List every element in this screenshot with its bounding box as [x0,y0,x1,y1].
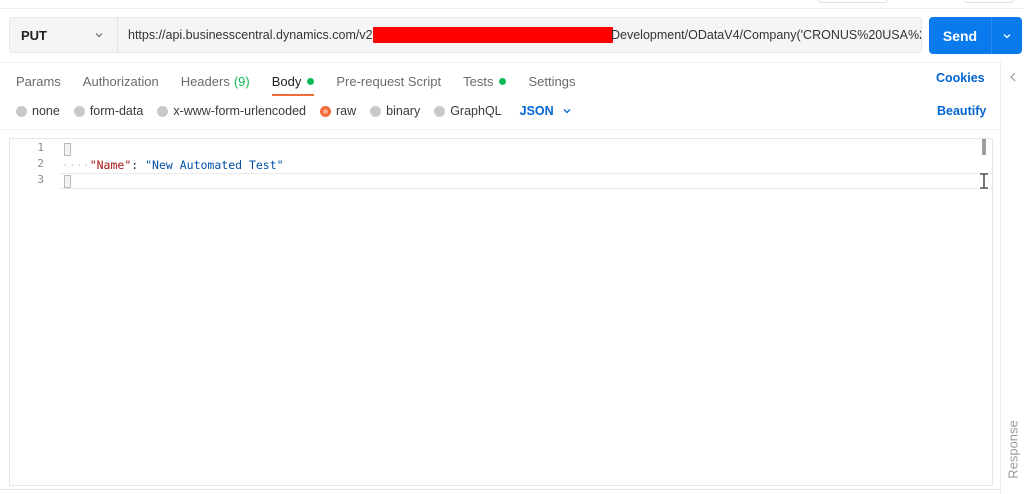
tab-settings[interactable]: Settings [528,74,575,89]
line-number: 3 [37,173,44,186]
tab-label: Settings [528,73,576,89]
chevron-down-icon [563,109,571,114]
close-brace-glyph-icon [64,174,71,188]
active-line-highlight [60,173,993,189]
radio-label: raw [336,104,357,118]
radio-circle [370,105,382,117]
indent-guide: ···· [62,158,90,172]
text-cursor-icon [980,173,988,189]
radio-none[interactable]: none [16,104,60,118]
beautify-button[interactable]: Beautify [937,104,986,118]
radio-binary[interactable]: binary [370,104,420,118]
redacted-url-segment [373,27,613,43]
json-value: "New Automated Test" [145,158,284,172]
radio-x-www-form-urlencoded[interactable]: x-www-form-urlencoded [157,104,306,118]
url-input[interactable]: https://api.businesscentral.dynamics.com… [118,18,921,52]
method-label: PUT [21,27,47,43]
code-line-1 [62,141,71,157]
tab-label: Body [271,73,302,89]
radio-circle [434,105,446,117]
radio-form-data[interactable]: form-data [73,104,144,118]
line-number: 2 [37,157,44,170]
body-editor[interactable]: 1 2 3 ···· "Name": "New Automated Test" [9,138,993,486]
code-line-2: ···· "Name": "New Automated Test" [62,157,284,173]
radio-label: x-www-form-urlencoded [173,104,306,118]
radio-circle [157,105,169,117]
tab-label: Params [16,73,61,89]
tab-label: Pre-request Script [336,73,442,89]
more-button-edge[interactable] [964,0,1014,3]
response-side-panel: Response [1000,62,1024,494]
request-tabs: Params Authorization Headers (9) Body Pre… [16,70,597,96]
tab-params[interactable]: Params [16,74,61,89]
radio-label: binary [386,104,421,118]
cookies-link[interactable]: Cookies [936,71,985,85]
divider [0,62,1000,63]
line-number-gutter: 1 2 3 [10,139,60,485]
tab-label: Headers [180,73,230,89]
open-brace-glyph-icon [64,142,71,156]
radio-circle-selected [320,105,331,117]
chevron-down-icon [1003,33,1011,38]
radio-label: GraphQL [450,104,502,118]
divider [0,489,1000,490]
status-dot-icon [307,77,315,85]
language-dropdown[interactable]: JSON [520,104,572,118]
method-dropdown[interactable]: PUT [10,18,118,52]
response-toggle[interactable]: Response [1006,420,1021,480]
radio-graphql[interactable]: GraphQL [434,104,502,118]
send-label: Send [942,27,978,44]
url-text-end: Development/ODataV4/Company('CRONUS%20US… [611,28,921,42]
tab-pre-request-script[interactable]: Pre-request Script [336,74,441,89]
send-options-button[interactable] [992,30,1022,42]
radio-circle [73,105,85,117]
radio-raw[interactable]: raw [320,104,356,118]
send-button[interactable]: Send [929,17,1022,54]
send-divider [991,17,992,54]
tab-headers[interactable]: Headers (9) [181,74,250,89]
radio-circle [16,105,27,117]
tab-label: Authorization [82,73,159,89]
code-line-3 [62,173,71,189]
tab-tests[interactable]: Tests [463,73,507,89]
chevron-left-icon[interactable] [1009,72,1017,82]
body-type-selector: none form-data x-www-form-urlencoded raw… [16,102,572,120]
tab-authorization[interactable]: Authorization [83,74,159,89]
divider [0,129,1000,130]
chevron-down-icon [95,33,103,38]
radio-label: form-data [89,104,144,118]
tab-label: Tests [463,73,494,89]
scrollbar-thumb[interactable] [982,139,986,155]
json-key: "Name" [89,158,132,172]
request-bar: PUT https://api.businesscentral.dynamics… [9,17,922,53]
tab-body[interactable]: Body [271,73,315,96]
headers-count: (9) [233,73,250,89]
radio-label: none [32,104,60,118]
top-toolbar-strip [0,0,1024,9]
line-number: 1 [37,141,44,154]
language-label: JSON [519,104,554,118]
url-text-start: https://api.businesscentral.dynamics.com… [128,28,387,42]
status-dot-icon [499,77,507,85]
json-colon: : [131,158,146,172]
save-button-edge[interactable] [818,0,888,3]
